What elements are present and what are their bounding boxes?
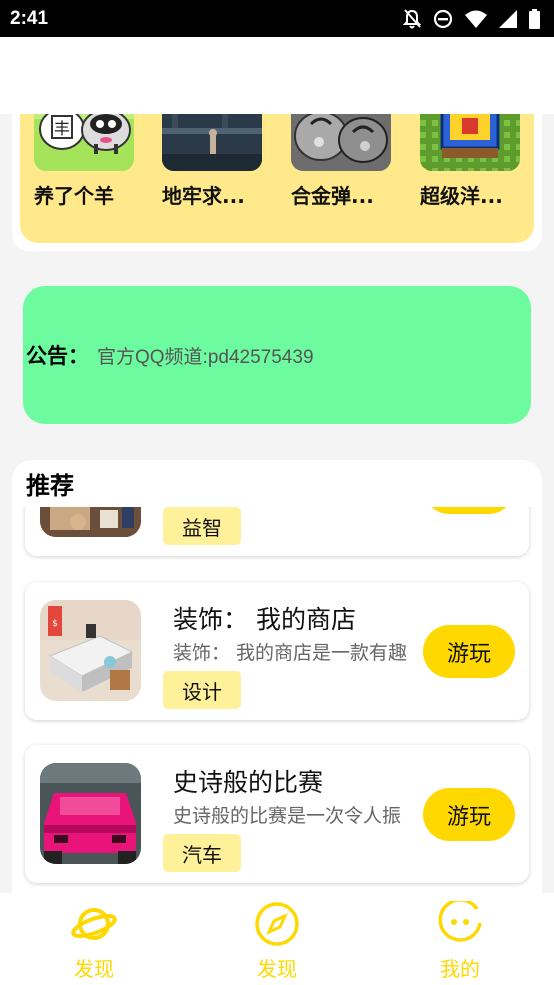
play-button[interactable] — [423, 507, 515, 514]
signal-icon — [499, 9, 517, 28]
do-not-disturb-icon — [433, 9, 453, 28]
nav-item-discover[interactable]: 发现 — [34, 893, 154, 985]
app-card[interactable]: $ 装饰： 我的商店 装饰： 我的商店是一款有趣 设计 游玩 — [25, 582, 529, 720]
games-card: 丰 养了个羊 地牢求... 合金弹... 超级洋... — [20, 114, 534, 243]
nav-label: 发现 — [257, 957, 297, 981]
nav-item-explore[interactable]: 发现 — [217, 893, 337, 985]
compass-icon — [255, 902, 299, 946]
app-category-tag: 设计 — [163, 671, 241, 709]
status-icons — [403, 8, 540, 29]
shop-app-icon: $ — [40, 600, 141, 701]
wifi-icon — [465, 10, 487, 28]
game-name: 养了个羊 — [34, 184, 114, 208]
battery-icon — [529, 8, 540, 29]
announcement-banner[interactable]: 公告： 官方QQ频道:pd42575439 — [23, 286, 531, 424]
app-card[interactable]: 史诗般的比赛 史诗般的比赛是一次令人振 汽车 游玩 — [25, 745, 529, 883]
announcement-text: 官方QQ频道:pd42575439 — [97, 346, 314, 368]
game-name: 超级洋... — [420, 184, 503, 208]
game-name: 合金弹... — [291, 184, 374, 208]
app-category-tag: 汽车 — [163, 834, 241, 872]
app-description: 史诗般的比赛是一次令人振 — [173, 805, 402, 827]
app-title: 装饰： 我的商店 — [173, 605, 356, 634]
app-description: 装饰： 我的商店是一款有趣 — [173, 642, 408, 664]
app-title: 史诗般的比赛 — [173, 768, 324, 797]
pixel-game-thumbnail — [420, 114, 520, 171]
recommend-list[interactable]: 益智 $ 装饰： 我的商店 装饰： 我的商店是一款有趣 设计 游玩 史诗般的比赛… — [12, 507, 542, 893]
race-app-icon — [40, 763, 141, 864]
play-button[interactable]: 游玩 — [423, 788, 515, 841]
nav-label: 我的 — [440, 957, 480, 981]
svg-text:丰: 丰 — [54, 119, 70, 138]
planet-icon — [71, 908, 117, 940]
svg-text:$: $ — [52, 619, 58, 629]
app-category-tag: 益智 — [163, 507, 241, 545]
nav-label: 发现 — [74, 957, 114, 981]
notifications-off-icon — [403, 8, 421, 28]
announcement-label: 公告： — [26, 344, 89, 368]
header — [0, 37, 554, 114]
smiley-face-icon — [438, 901, 482, 942]
sheep-game-thumbnail: 丰 — [34, 114, 134, 171]
app-card[interactable]: 益智 — [25, 507, 529, 556]
play-button[interactable]: 游玩 — [423, 625, 515, 678]
bottom-navigation: 发现 发现 我的 — [0, 893, 554, 985]
puzzle-app-icon — [40, 507, 141, 537]
dungeon-game-thumbnail — [162, 114, 262, 171]
game-name: 地牢求... — [162, 184, 245, 208]
nav-item-mine[interactable]: 我的 — [400, 893, 520, 985]
metal-slug-thumbnail: SLUG — [291, 114, 391, 171]
recommend-title: 推荐 — [26, 472, 74, 500]
status-time: 2:41 — [10, 7, 49, 29]
status-bar: 2:41 — [0, 0, 554, 37]
